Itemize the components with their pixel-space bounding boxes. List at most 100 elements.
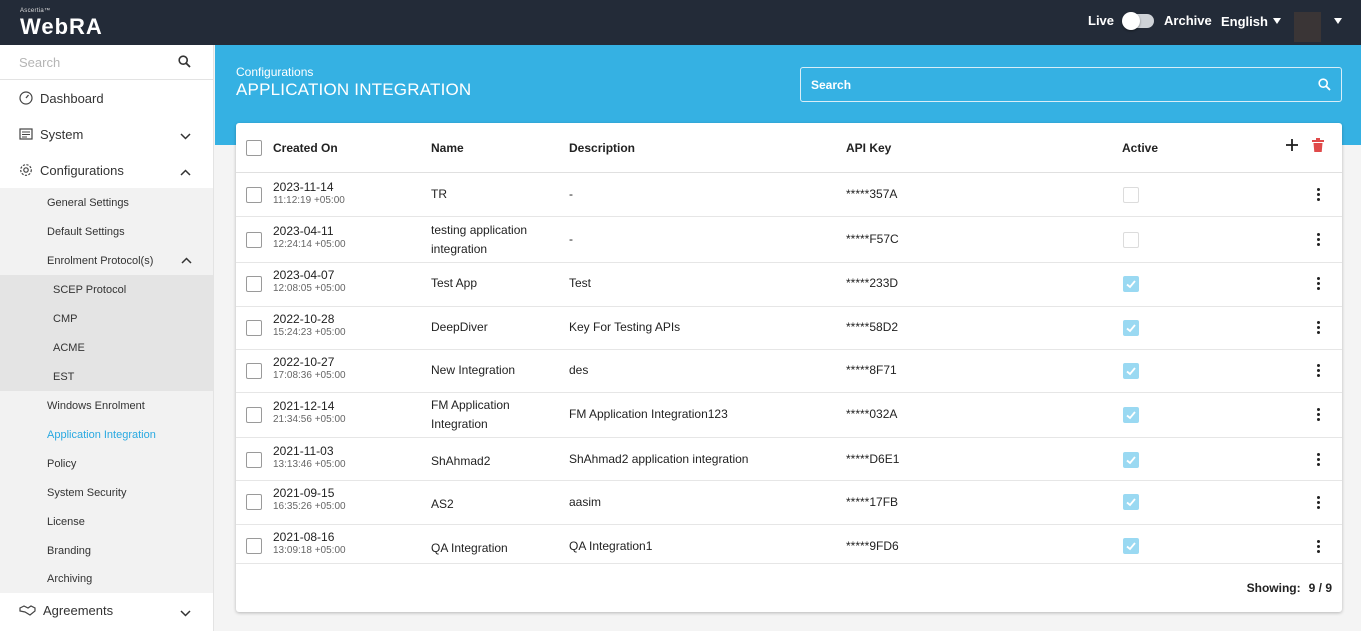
search-icon[interactable] (178, 55, 191, 71)
sidebar-item-acme[interactable]: ACME (0, 333, 213, 362)
avatar[interactable] (1294, 12, 1321, 42)
created-date: 2021-08-16 (273, 530, 335, 544)
created-time: 17:08:36 +05:00 (273, 370, 346, 381)
table-row[interactable]: 2021-11-03 13:13:46 +05:00 ShAhmad2 ShAhm… (236, 438, 1342, 481)
trash-icon[interactable] (1312, 138, 1324, 155)
name-cell: Test App (431, 276, 478, 290)
sidebar-item-label: SCEP Protocol (53, 283, 127, 296)
sidebar-item-agreements[interactable]: Agreements (0, 593, 213, 628)
table-row[interactable]: 2021-12-14 21:34:56 +05:00 FM Application… (236, 393, 1342, 438)
table-row[interactable]: 2023-04-07 12:08:05 +05:00 Test App Test … (236, 263, 1342, 307)
name-cell: DeepDiver (431, 320, 488, 334)
sidebar-item-general-settings[interactable]: General Settings (0, 188, 213, 217)
row-checkbox[interactable] (246, 452, 262, 468)
created-on-cell: 2023-11-14 11:12:19 +05:00 (273, 180, 345, 207)
name-cell: FM Application Integration (431, 398, 510, 431)
kebab-icon[interactable] (1317, 233, 1321, 248)
caret-down-icon (1272, 18, 1281, 24)
row-checkbox[interactable] (246, 538, 262, 554)
kebab-icon[interactable] (1317, 496, 1321, 511)
brand-name: WebRA (20, 14, 103, 39)
caret-down-icon[interactable] (1334, 18, 1342, 24)
row-checkbox[interactable] (246, 494, 262, 510)
search-input[interactable] (801, 68, 1341, 101)
api-key-cell: *****F57C (846, 232, 899, 246)
created-date: 2022-10-28 (273, 312, 335, 326)
sidebar-item-configurations[interactable]: Configurations (0, 152, 213, 188)
sidebar-item-system-security[interactable]: System Security (0, 478, 213, 507)
description-cell: Key For Testing APIs (569, 320, 681, 334)
table-row[interactable]: 2023-04-11 12:24:14 +05:00 testing applic… (236, 217, 1342, 263)
kebab-icon[interactable] (1317, 540, 1321, 555)
sidebar-item-label: Application Integration (47, 428, 156, 441)
active-checkbox (1123, 320, 1139, 336)
enrolment-protocols-submenu: SCEP Protocol CMP ACME EST (0, 275, 213, 391)
kebab-icon[interactable] (1317, 453, 1321, 468)
column-description[interactable]: Description (569, 141, 635, 155)
created-time: 13:09:18 +05:00 (273, 545, 346, 556)
table-row[interactable]: 2022-10-27 17:08:36 +05:00 New Integratio… (236, 350, 1342, 393)
brand-logo[interactable]: Ascertia™ WebRA (20, 7, 103, 39)
sidebar-item-est[interactable]: EST (0, 362, 213, 391)
sidebar-item-branding[interactable]: Branding (0, 536, 213, 565)
kebab-icon[interactable] (1317, 188, 1321, 203)
sidebar-item-windows-enrolment[interactable]: Windows Enrolment (0, 391, 213, 420)
gear-icon (19, 163, 33, 177)
row-checkbox[interactable] (246, 276, 262, 292)
sidebar-item-system[interactable]: System (0, 116, 213, 152)
api-key-cell: *****17FB (846, 495, 899, 509)
sidebar-item-label: ACME (53, 341, 85, 354)
kebab-icon[interactable] (1317, 321, 1321, 336)
language-selector[interactable]: English (1221, 14, 1281, 29)
sidebar-item-cmp[interactable]: CMP (0, 304, 213, 333)
sidebar-search-input[interactable] (0, 45, 170, 79)
sidebar-item-scep[interactable]: SCEP Protocol (0, 275, 213, 304)
sidebar-item-policy[interactable]: Policy (0, 449, 213, 478)
column-active[interactable]: Active (1122, 141, 1158, 155)
created-on-cell: 2021-09-15 16:35:26 +05:00 (273, 486, 346, 513)
name-cell: New Integration (431, 363, 516, 377)
created-date: 2022-10-27 (273, 355, 335, 369)
sidebar-item-default-settings[interactable]: Default Settings (0, 217, 213, 246)
kebab-icon[interactable] (1317, 277, 1321, 292)
row-checkbox[interactable] (246, 187, 262, 203)
column-name[interactable]: Name (431, 141, 464, 155)
name-cell: testing application integration (431, 223, 528, 256)
search-icon[interactable] (1318, 78, 1331, 94)
column-api-key[interactable]: API Key (846, 141, 891, 155)
row-checkbox[interactable] (246, 363, 262, 379)
api-key-cell: *****D6E1 (846, 452, 900, 466)
sidebar-item-enrolment-protocols[interactable]: Enrolment Protocol(s) (0, 246, 213, 275)
sidebar-item-license[interactable]: License (0, 507, 213, 536)
top-bar: Ascertia™ WebRA Live Archive English (0, 0, 1361, 45)
showing-label: Showing: (1246, 581, 1301, 595)
row-checkbox[interactable] (246, 232, 262, 248)
live-archive-toggle[interactable] (1122, 11, 1155, 30)
created-date: 2023-04-07 (273, 268, 335, 282)
created-date: 2021-09-15 (273, 486, 335, 500)
api-key-cell: *****233D (846, 276, 899, 290)
sidebar-item-archiving[interactable]: Archiving (0, 565, 213, 593)
kebab-icon[interactable] (1317, 408, 1321, 423)
created-on-cell: 2021-08-16 13:09:18 +05:00 (273, 530, 346, 557)
chevron-down-icon (180, 605, 191, 620)
plus-icon[interactable] (1286, 139, 1298, 154)
breadcrumb[interactable]: Configurations (236, 65, 313, 79)
row-checkbox[interactable] (246, 407, 262, 423)
column-created-on[interactable]: Created On (273, 141, 338, 155)
description-cell: Test (569, 276, 592, 290)
table-row[interactable]: 2023-11-14 11:12:19 +05:00 TR - *****357A (236, 173, 1342, 217)
kebab-icon[interactable] (1317, 364, 1321, 379)
api-key-cell: *****8F71 (846, 363, 897, 377)
created-on-cell: 2021-11-03 13:13:46 +05:00 (273, 444, 346, 471)
active-checkbox (1123, 187, 1139, 203)
page-title: APPLICATION INTEGRATION (236, 80, 472, 99)
row-checkbox[interactable] (246, 320, 262, 336)
select-all-checkbox[interactable] (246, 140, 262, 156)
table-row[interactable]: 2022-10-28 15:24:23 +05:00 DeepDiver Key … (236, 307, 1342, 350)
sidebar-item-application-integration[interactable]: Application Integration (0, 420, 213, 449)
sidebar-item-dashboard[interactable]: Dashboard (0, 80, 213, 116)
table-row[interactable]: 2021-09-15 16:35:26 +05:00 AS2 aasim ****… (236, 481, 1342, 525)
chevron-up-icon (180, 164, 191, 179)
table-row[interactable]: 2021-08-16 13:09:18 +05:00 QA Integration… (236, 525, 1342, 564)
